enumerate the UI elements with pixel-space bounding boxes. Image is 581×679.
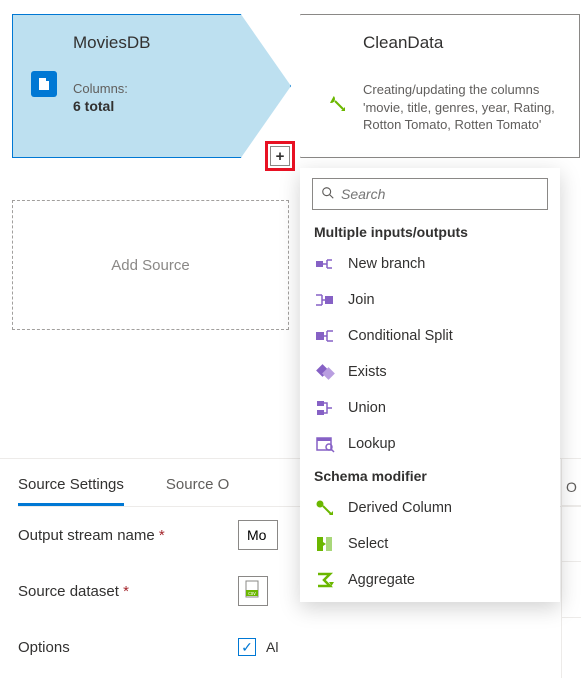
derived-column-icon xyxy=(314,498,336,518)
menu-label: New branch xyxy=(348,256,425,272)
transformation-dropdown: Multiple inputs/outputs New branch Join … xyxy=(300,168,560,602)
conditional-split-icon xyxy=(314,326,336,346)
lookup-icon xyxy=(314,434,336,454)
output-stream-name-input[interactable] xyxy=(238,520,278,550)
menu-item-join[interactable]: Join xyxy=(300,282,560,318)
right-header: O xyxy=(562,458,581,506)
menu-item-aggregate[interactable]: Aggregate xyxy=(300,562,560,598)
options-checkbox-label: Al xyxy=(266,639,278,655)
menu-label: Select xyxy=(348,536,388,552)
exists-icon xyxy=(314,362,336,382)
menu-item-conditional-split[interactable]: Conditional Split xyxy=(300,318,560,354)
menu-item-exists[interactable]: Exists xyxy=(300,354,560,390)
add-source-label: Add Source xyxy=(111,257,189,274)
menu-label: Join xyxy=(348,292,375,308)
menu-label: Lookup xyxy=(348,436,396,452)
dataset-icon xyxy=(31,71,57,97)
section-header-schema: Schema modifier xyxy=(300,462,560,490)
menu-label: Union xyxy=(348,400,386,416)
menu-label: Aggregate xyxy=(348,572,415,588)
branch-icon xyxy=(314,254,336,274)
source-dataset-label: Source dataset * xyxy=(18,583,228,600)
select-icon xyxy=(314,534,336,554)
menu-item-union[interactable]: Union xyxy=(300,390,560,426)
menu-label: Derived Column xyxy=(348,500,452,516)
columns-label: Columns: xyxy=(73,81,250,96)
menu-item-new-branch[interactable]: New branch xyxy=(300,246,560,282)
menu-item-derived-column[interactable]: Derived Column xyxy=(300,490,560,526)
right-truncated-column: O xyxy=(561,458,581,678)
columns-value: 6 total xyxy=(73,98,250,114)
section-header-multi: Multiple inputs/outputs xyxy=(300,218,560,246)
menu-label: Exists xyxy=(348,364,387,380)
add-transformation-button[interactable]: + xyxy=(270,146,290,166)
options-checkbox[interactable]: ✓ xyxy=(238,638,256,656)
options-label: Options xyxy=(18,639,228,656)
aggregate-icon xyxy=(314,570,336,590)
node-title: CleanData xyxy=(363,33,565,53)
source-dataset-selector[interactable]: csv xyxy=(238,576,268,606)
node-description: Creating/updating the columns 'movie, ti… xyxy=(363,81,565,134)
output-stream-name-label: Output stream name * xyxy=(18,527,228,544)
join-icon xyxy=(314,290,336,310)
node-title: MoviesDB xyxy=(73,33,250,53)
csv-file-icon: csv xyxy=(244,580,262,603)
derived-column-icon xyxy=(325,93,349,121)
svg-text:csv: csv xyxy=(248,591,256,597)
menu-item-select[interactable]: Select xyxy=(300,526,560,562)
search-icon xyxy=(321,186,335,203)
search-box[interactable] xyxy=(312,178,548,210)
menu-label: Conditional Split xyxy=(348,328,453,344)
step-node-cleandata[interactable]: CleanData Creating/updating the columns … xyxy=(300,14,580,158)
menu-item-lookup[interactable]: Lookup xyxy=(300,426,560,462)
add-source-button[interactable]: Add Source xyxy=(12,200,289,330)
union-icon xyxy=(314,398,336,418)
search-input[interactable] xyxy=(341,186,539,202)
tab-source-options[interactable]: Source O xyxy=(166,476,229,506)
source-node-moviesdb[interactable]: MoviesDB Columns: 6 total xyxy=(12,14,291,158)
tab-source-settings[interactable]: Source Settings xyxy=(18,476,124,506)
